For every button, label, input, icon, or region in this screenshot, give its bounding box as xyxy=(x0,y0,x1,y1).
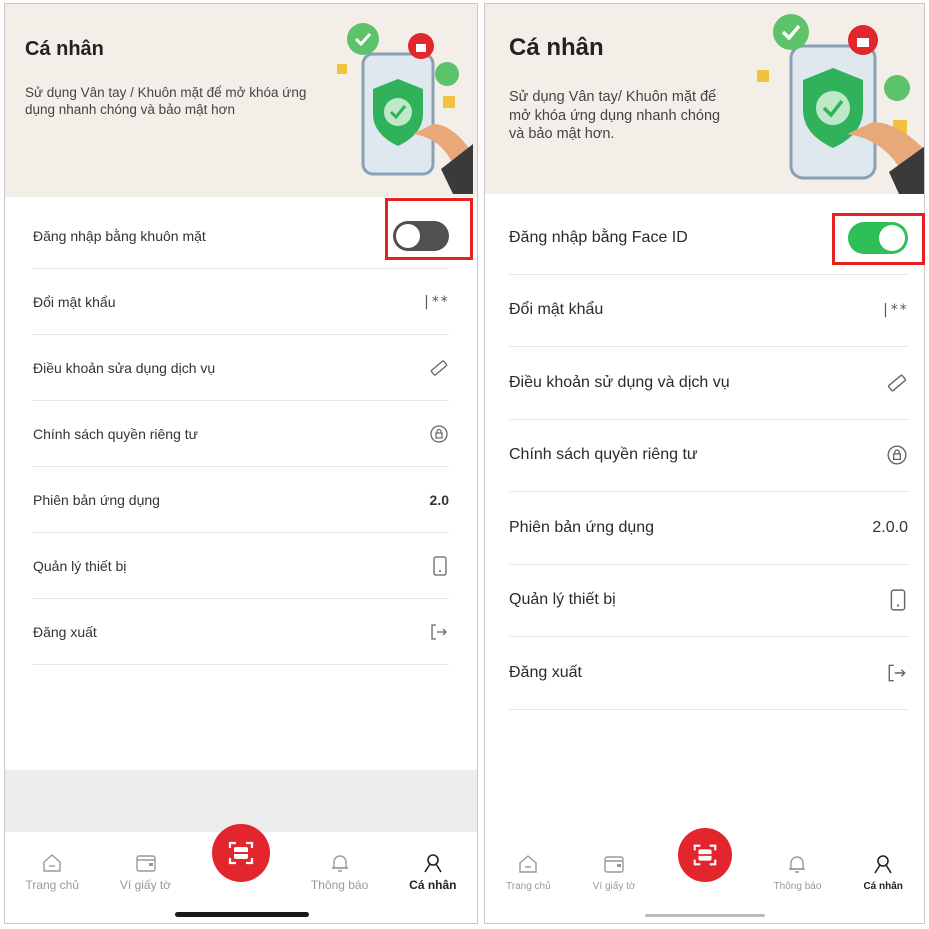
home-icon xyxy=(519,855,538,873)
toggle-highlight-box xyxy=(832,213,925,265)
home-icon xyxy=(43,854,61,872)
tab-label: Thông báo xyxy=(773,881,822,892)
tab-scan[interactable] xyxy=(212,824,271,904)
row-label: Phiên bản ứng dụng xyxy=(33,491,160,508)
phone-icon xyxy=(431,555,449,576)
password-icon: |** xyxy=(422,293,449,310)
bottom-tab-bar: Trang chủ Ví giấy tờ Thông báo Cá nhân xyxy=(5,824,477,904)
password-icon: |** xyxy=(881,302,908,319)
app-version-value: 2.0 xyxy=(429,491,449,508)
phone-icon xyxy=(888,589,908,611)
row-label: Điều khoản sửa dụng dịch vụ xyxy=(33,359,216,376)
app-version-value: 2.0.0 xyxy=(872,518,908,536)
change-password-row[interactable]: Đổi mật khẩu |** xyxy=(33,269,449,335)
person-icon xyxy=(424,854,442,873)
tab-home[interactable]: Trang chủ xyxy=(506,853,551,904)
scan-icon xyxy=(228,841,254,865)
scan-icon xyxy=(693,844,716,866)
tab-scan[interactable] xyxy=(677,828,732,904)
hero-banner: Cá nhân Sử dụng Vân tay / Khuôn mặt để m… xyxy=(5,4,477,197)
settings-list: Đăng nhập bằng Face ID Đổi mật khẩu |** … xyxy=(485,202,924,710)
app-version-row: Phiên bản ứng dụng 2.0.0 xyxy=(509,492,908,565)
ruler-icon xyxy=(429,358,449,378)
person-icon xyxy=(874,855,892,874)
wallet-icon xyxy=(135,855,156,872)
tab-label: Cá nhân xyxy=(409,878,457,892)
tab-label: Cá nhân xyxy=(863,881,903,892)
privacy-row[interactable]: Chính sách quyền riêng tư xyxy=(33,401,449,467)
tab-wallet[interactable]: Ví giấy tờ xyxy=(120,852,171,904)
row-label: Đăng xuất xyxy=(509,663,582,681)
hero-banner: Cá nhân Sử dụng Vân tay/ Khuôn mặt để mở… xyxy=(485,4,924,194)
left-screen: Cá nhân Sử dụng Vân tay / Khuôn mặt để m… xyxy=(4,3,478,924)
logout-row[interactable]: Đăng xuất xyxy=(509,637,908,710)
bottom-tab-bar: Trang chủ Ví giấy tờ Thông báo Cá nhân xyxy=(485,826,924,904)
terms-row[interactable]: Điều khoản sửa dụng dịch vụ xyxy=(33,335,449,401)
right-screen: Cá nhân Sử dụng Vân tay/ Khuôn mặt để mở… xyxy=(484,3,925,924)
row-label: Đổi mật khẩu xyxy=(33,293,116,310)
toggle-highlight-box xyxy=(385,198,473,260)
scan-button[interactable] xyxy=(677,828,732,882)
privacy-icon xyxy=(886,444,908,466)
row-label: Đăng xuất xyxy=(33,623,97,640)
device-management-row[interactable]: Quản lý thiết bị xyxy=(509,565,908,637)
tab-profile[interactable]: Cá nhân xyxy=(863,853,903,904)
row-label: Chính sách quyền riêng tư xyxy=(509,446,698,464)
tab-label: Thông báo xyxy=(310,878,369,892)
tab-label: Ví giấy tờ xyxy=(119,878,172,892)
tab-label: Ví giấy tờ xyxy=(592,881,636,892)
logout-row[interactable]: Đăng xuất xyxy=(33,599,449,665)
home-indicator xyxy=(175,912,309,917)
row-label: Đổi mật khẩu xyxy=(509,301,604,319)
page-description: Sử dụng Vân tay/ Khuôn mặt để mở khóa ứn… xyxy=(509,89,721,143)
scan-button[interactable] xyxy=(212,824,271,882)
bell-icon xyxy=(331,855,348,872)
tab-wallet[interactable]: Ví giấy tờ xyxy=(592,853,636,904)
logout-icon xyxy=(886,662,908,684)
wallet-icon xyxy=(604,856,624,873)
ruler-icon xyxy=(886,372,908,394)
tab-label: Trang chủ xyxy=(506,881,551,892)
row-label: Đăng nhập bằng khuôn mặt xyxy=(33,227,206,244)
home-indicator xyxy=(645,914,765,917)
page-title: Cá nhân xyxy=(509,34,604,61)
row-label: Quản lý thiết bị xyxy=(33,557,127,574)
security-phone-illustration xyxy=(337,23,473,194)
app-version-row: Phiên bản ứng dụng 2.0 xyxy=(33,467,449,533)
device-management-row[interactable]: Quản lý thiết bị xyxy=(33,533,449,599)
row-label: Phiên bản ứng dụng xyxy=(509,518,655,536)
terms-row[interactable]: Điều khoản sử dụng và dịch vụ xyxy=(509,347,908,420)
page-description: Sử dụng Vân tay / Khuôn mặt để mở khóa ứ… xyxy=(25,85,307,118)
logout-icon xyxy=(429,622,449,642)
privacy-icon xyxy=(429,424,449,444)
tab-notifications[interactable]: Thông báo xyxy=(773,853,822,904)
settings-list: Đăng nhập bằng khuôn mặt Đổi mật khẩu |*… xyxy=(5,203,477,665)
row-label: Đăng nhập bằng Face ID xyxy=(509,228,688,246)
row-label: Quản lý thiết bị xyxy=(509,591,616,609)
tab-home[interactable]: Trang chủ xyxy=(25,852,79,904)
change-password-row[interactable]: Đổi mật khẩu |** xyxy=(509,275,908,347)
tab-notifications[interactable]: Thông báo xyxy=(311,852,368,904)
tab-profile[interactable]: Cá nhân xyxy=(409,852,457,904)
page-title: Cá nhân xyxy=(25,38,104,60)
privacy-row[interactable]: Chính sách quyền riêng tư xyxy=(509,420,908,492)
bell-icon xyxy=(789,856,806,873)
tab-label: Trang chủ xyxy=(25,878,80,892)
row-label: Chính sách quyền riêng tư xyxy=(33,425,199,442)
row-label: Điều khoản sử dụng và dịch vụ xyxy=(509,373,730,391)
security-phone-illustration xyxy=(757,14,924,194)
